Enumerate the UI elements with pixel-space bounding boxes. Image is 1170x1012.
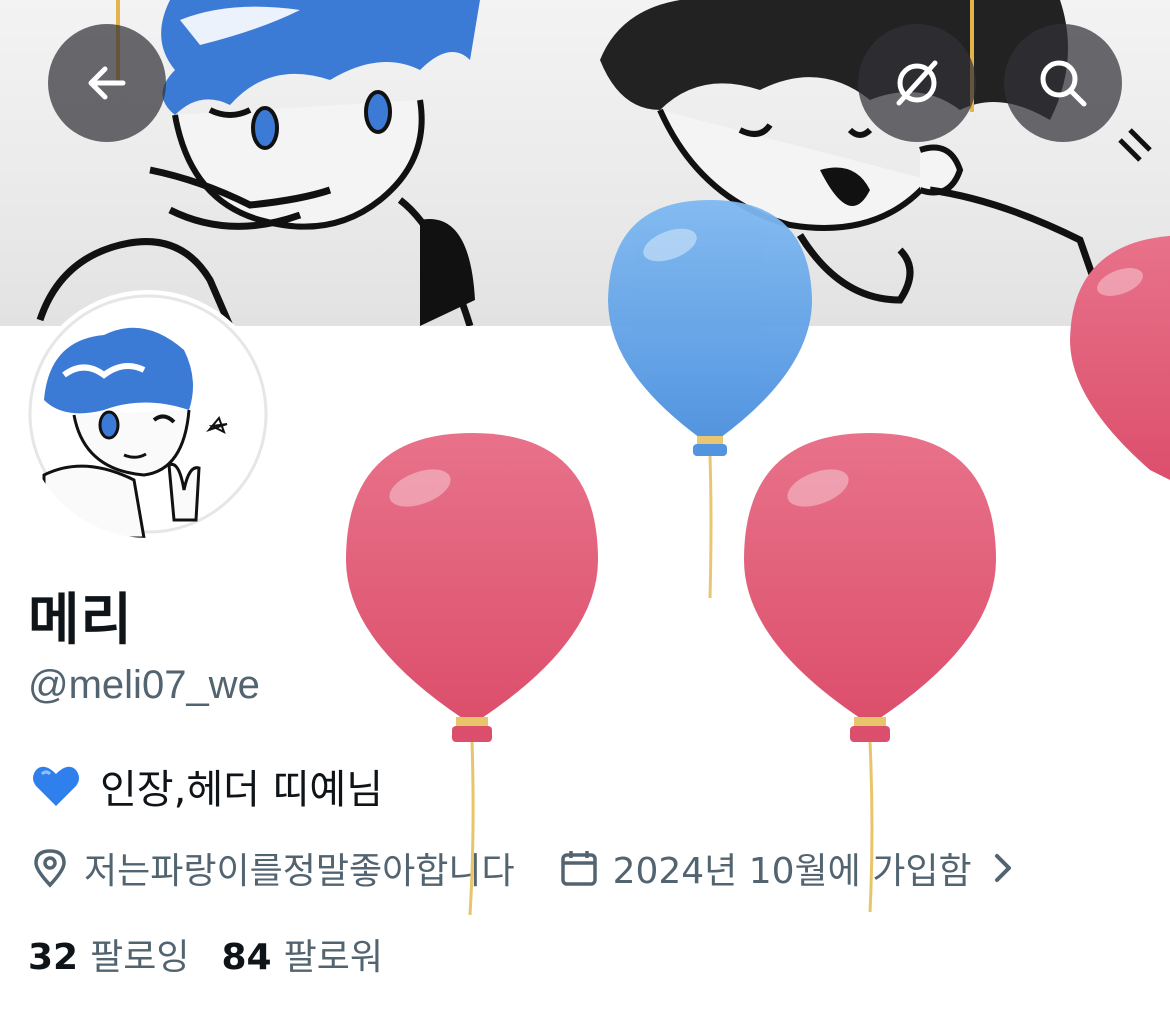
grok-icon [896,60,938,106]
followers-label: 팔로워 [283,937,383,978]
location-text: 저는파랑이를정말좋아합니다 [84,851,515,892]
search-icon [1040,60,1087,107]
followers-link[interactable]: 84 팔로워 [221,928,414,980]
arrow-left-icon [88,66,126,100]
header-banner[interactable] [0,0,1170,326]
calendar-icon [560,851,597,886]
location-pin-icon [34,849,66,888]
chevron-right-icon [994,854,1011,882]
avatar[interactable] [24,290,272,538]
joined-date[interactable]: 2024년 10월에 가입함 [559,842,1018,894]
username-handle: @meli07_we [28,663,260,707]
back-button[interactable] [48,24,166,142]
blue-heart-icon [33,766,79,806]
joined-text: 2024년 10월에 가입함 [612,851,972,892]
display-name: 메리 [28,588,134,653]
following-label: 팔로잉 [90,937,190,978]
search-button[interactable] [1004,24,1122,142]
bio: 인장,헤더 띠예님 [30,757,383,815]
following-count: 32 [28,937,79,978]
header-illustration [36,0,1152,326]
follow-stats: 32 팔로잉 84 팔로워 [28,928,415,980]
followers-count: 84 [221,937,272,978]
avatar-illustration [28,294,268,538]
location: 저는파랑이를정말좋아합니다 [30,842,515,894]
grok-button[interactable] [858,24,976,142]
following-link[interactable]: 32 팔로잉 [28,928,221,980]
bio-text: 인장,헤더 띠예님 [100,767,384,813]
profile-meta: 저는파랑이를정말좋아합니다 2024년 10월에 가입함 [30,840,1018,896]
